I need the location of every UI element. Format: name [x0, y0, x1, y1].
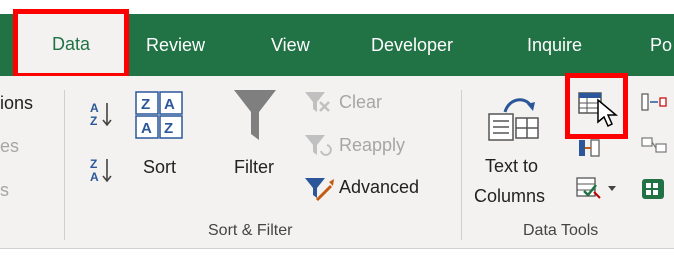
sort-button[interactable]: Sort [143, 157, 176, 178]
text-to-columns-label-line1[interactable]: Text to [485, 156, 538, 177]
clear-filter-icon[interactable] [303, 90, 333, 114]
get-transform-item-1[interactable]: ions [0, 93, 33, 114]
data-validation-icon[interactable] [576, 174, 620, 200]
text-to-columns-icon[interactable] [487, 90, 547, 146]
advanced-filter-icon[interactable] [303, 176, 335, 202]
below-ribbon-area [0, 249, 674, 263]
ribbon-tab-bar: Data Review View Developer Inquire Po [0, 0, 674, 78]
relationships-icon[interactable] [640, 134, 670, 156]
tab-power[interactable]: Po [650, 14, 672, 76]
svg-text:A: A [141, 120, 152, 137]
group-separator [64, 90, 65, 240]
tab-developer[interactable]: Developer [371, 14, 453, 76]
reapply-icon[interactable] [303, 133, 333, 157]
svg-text:Z: Z [90, 157, 97, 171]
filter-button[interactable]: Filter [234, 157, 274, 178]
clear-button[interactable]: Clear [339, 92, 382, 113]
tab-view[interactable]: View [271, 14, 310, 76]
group-separator [461, 90, 462, 240]
get-transform-item-3[interactable]: s [0, 180, 9, 201]
sort-descending-icon[interactable]: Z A [90, 156, 120, 186]
sort-ascending-icon[interactable]: A Z [90, 100, 120, 130]
data-tools-group-label: Data Tools [523, 222, 599, 239]
svg-text:Z: Z [141, 96, 150, 113]
svg-text:A: A [164, 96, 175, 113]
flash-fill-highlight-box [565, 73, 628, 139]
sort-filter-group-label: Sort & Filter [208, 222, 293, 239]
get-transform-item-2[interactable]: es [0, 136, 19, 157]
remove-duplicates-icon[interactable] [577, 138, 603, 160]
tab-inquire[interactable]: Inquire [527, 14, 582, 76]
advanced-button[interactable]: Advanced [339, 177, 419, 198]
tab-review[interactable]: Review [146, 14, 205, 76]
consolidate-icon[interactable] [640, 92, 670, 114]
svg-text:A: A [90, 170, 99, 184]
text-to-columns-label-line2[interactable]: Columns [474, 186, 545, 207]
manage-data-model-icon[interactable] [640, 175, 670, 201]
svg-text:Z: Z [164, 120, 173, 137]
sort-dialog-icon[interactable]: Z A A Z [134, 90, 186, 142]
svg-text:Z: Z [90, 114, 97, 128]
tab-data-highlight-box [13, 9, 129, 78]
svg-text:A: A [90, 101, 99, 115]
reapply-button[interactable]: Reapply [339, 135, 405, 156]
filter-funnel-icon[interactable] [232, 88, 278, 144]
